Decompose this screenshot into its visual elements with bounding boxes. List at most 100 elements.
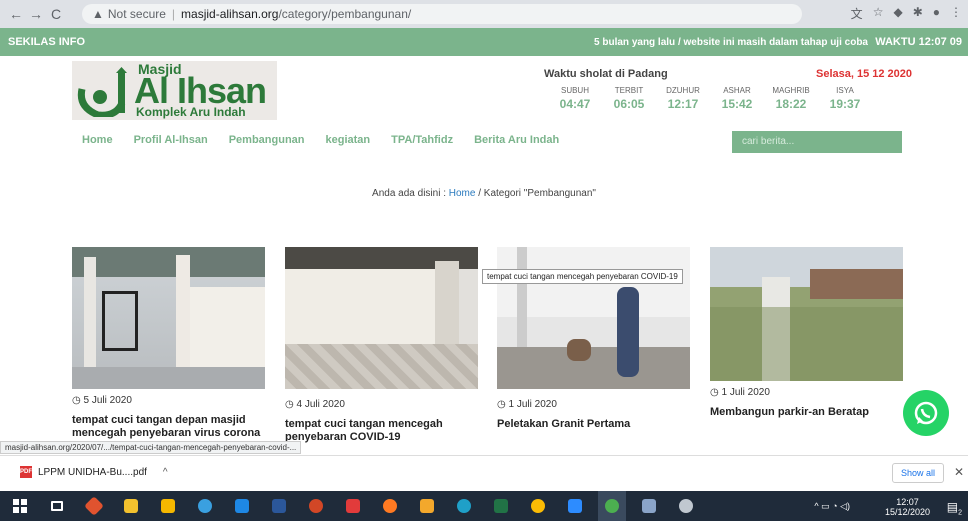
download-item[interactable]: PDF LPPM UNIDHA-Bu....pdf ^: [20, 466, 168, 478]
prayer-time: 19:37: [829, 97, 861, 111]
prayer-dzuhur: DZUHUR 12:17: [656, 86, 710, 111]
extension-icons: 文 ☆ ◆ ✱ ● ⋮: [851, 5, 962, 22]
prayer-subuh: SUBUH 04:47: [548, 86, 602, 111]
post-date: ◷ 1 Juli 2020: [497, 399, 690, 410]
breadcrumb: Anda ada disini : Home / Kategori "Pemba…: [0, 188, 968, 199]
clock-icon: ◷: [285, 399, 297, 410]
post-date-text: 5 Juli 2020: [83, 395, 132, 406]
post-card[interactable]: ◷ 5 Juli 2020 tempat cuci tangan depan m…: [72, 247, 265, 440]
prayer-isya: ISYA 19:37: [818, 86, 872, 111]
chrome-active-icon[interactable]: [598, 491, 626, 521]
breadcrumb-current: / Kategori "Pembangunan": [475, 188, 596, 199]
app-icon[interactable]: [80, 491, 108, 521]
prayer-time: 06:05: [613, 97, 645, 111]
windows-start-icon[interactable]: [6, 491, 34, 521]
mail-icon[interactable]: [228, 491, 256, 521]
post-card[interactable]: ◷ 4 Juli 2020 tempat cuci tangan mencega…: [285, 247, 478, 444]
menu-item-pembangunan[interactable]: Pembangunan: [229, 134, 305, 146]
post-title[interactable]: Peletakan Granit Pertama: [497, 418, 690, 431]
post-title[interactable]: Membangun parkir-an Beratap: [710, 406, 903, 419]
clock-time: 12:07: [896, 497, 919, 507]
clock[interactable]: 12:07 15/12/2020: [885, 497, 930, 517]
excel-icon[interactable]: [487, 491, 515, 521]
menu-item-profil[interactable]: Profil Al-Ihsan: [134, 134, 208, 146]
download-filename: LPPM UNIDHA-Bu....pdf: [38, 466, 147, 478]
post-date: ◷ 5 Juli 2020: [72, 395, 265, 406]
app-icon[interactable]: [339, 491, 367, 521]
prayer-time: 15:42: [721, 97, 753, 111]
post-date: ◷ 4 Juli 2020: [285, 399, 478, 410]
menu-item-kegiatan[interactable]: kegiatan: [326, 134, 371, 146]
address-bar[interactable]: ▲ Not secure | masjid-alihsan.org/catego…: [82, 4, 802, 24]
star-icon[interactable]: ☆: [873, 5, 884, 22]
app-icon[interactable]: [635, 491, 663, 521]
app-icon[interactable]: [672, 491, 700, 521]
extension-icon[interactable]: ◆: [893, 5, 902, 22]
prayer-title: Waktu sholat di Padang: [544, 68, 668, 80]
app-icon[interactable]: [561, 491, 589, 521]
menu-item-berita[interactable]: Berita Aru Indah: [474, 134, 559, 146]
store-icon[interactable]: [117, 491, 145, 521]
system-tray[interactable]: ^ ▭ ◔ ◁): [814, 501, 850, 512]
file-explorer-icon[interactable]: [154, 491, 182, 521]
forward-button[interactable]: →: [26, 6, 46, 22]
app-icon[interactable]: [191, 491, 219, 521]
info-label: SEKILAS INFO: [8, 36, 86, 48]
prayer-ashar: ASHAR 15:42: [710, 86, 764, 111]
post-title[interactable]: tempat cuci tangan depan masjid mencegah…: [72, 414, 265, 440]
puzzle-icon[interactable]: ✱: [913, 5, 923, 22]
post-card[interactable]: ◷ 1 Juli 2020 Membangun parkir-an Berata…: [710, 247, 903, 419]
url-host: masjid-alihsan.org: [181, 7, 279, 21]
menu-item-tpa[interactable]: TPA/Tahfidz: [391, 134, 453, 146]
reload-button[interactable]: C: [46, 6, 66, 22]
word-icon[interactable]: [265, 491, 293, 521]
prayer-terbit: TERBIT 06:05: [602, 86, 656, 111]
post-title[interactable]: tempat cuci tangan mencegah penyebaran C…: [285, 418, 478, 444]
download-bar: PDF LPPM UNIDHA-Bu....pdf ^ Show all ✕: [0, 455, 968, 491]
post-image[interactable]: [710, 247, 903, 381]
close-icon[interactable]: ✕: [954, 465, 964, 479]
prayer-name: ISYA: [836, 86, 854, 95]
status-url: masjid-alihsan.org/2020/07/.../tempat-cu…: [0, 441, 302, 454]
warning-icon: ▲: [92, 7, 104, 21]
chevron-up-icon[interactable]: ^: [163, 467, 168, 478]
post-date-text: 1 Juli 2020: [508, 399, 557, 410]
show-all-button[interactable]: Show all: [891, 463, 944, 483]
translate-icon[interactable]: 文: [851, 5, 863, 22]
browser-toolbar: ← → C ▲ Not secure | masjid-alihsan.org /…: [0, 0, 968, 28]
menu-item-home[interactable]: Home: [82, 134, 113, 146]
powerpoint-icon[interactable]: [302, 491, 330, 521]
post-date-text: 1 Juli 2020: [721, 387, 770, 398]
site-logo[interactable]: Masjid Al Ihsan Komplek Aru Indah: [72, 61, 277, 120]
firefox-icon[interactable]: [376, 491, 404, 521]
taskbar: ^ ▭ ◔ ◁) 12:07 15/12/2020 ▤2: [0, 491, 968, 521]
clock-icon: ◷: [72, 395, 84, 406]
prayer-times-table: SUBUH 04:47 TERBIT 06:05 DZUHUR 12:17 ASHAR…: [548, 86, 872, 111]
whatsapp-button[interactable]: [903, 390, 949, 436]
info-ticker[interactable]: 5 bulan yang lalu / website ini masih da…: [594, 37, 868, 48]
info-bar: SEKILAS INFO 5 bulan yang lalu / website…: [0, 28, 968, 56]
clock-icon: ◷: [710, 387, 722, 398]
prayer-name: SUBUH: [560, 86, 589, 95]
search-input[interactable]: cari berita...: [732, 131, 902, 153]
app-icon[interactable]: [413, 491, 441, 521]
task-view-icon[interactable]: [43, 491, 71, 521]
prayer-name: MAGHRIB: [772, 86, 810, 95]
breadcrumb-home-link[interactable]: Home: [449, 188, 476, 199]
back-button[interactable]: ←: [6, 6, 26, 22]
prayer-name: DZUHUR: [666, 86, 700, 95]
breadcrumb-prefix: Anda ada disini :: [372, 188, 449, 199]
edge-icon[interactable]: [450, 491, 478, 521]
notification-icon[interactable]: ▤2: [947, 500, 962, 516]
notification-count: 2: [958, 509, 962, 517]
post-date-text: 4 Juli 2020: [296, 399, 345, 410]
post-image[interactable]: [285, 247, 478, 389]
post-image[interactable]: [72, 247, 265, 389]
clock-icon: ◷: [497, 399, 509, 410]
whatsapp-icon: [914, 401, 938, 425]
chrome-icon[interactable]: [524, 491, 552, 521]
prayer-time: 12:17: [667, 97, 699, 111]
prayer-maghrib: MAGHRIB 18:22: [764, 86, 818, 111]
menu-icon[interactable]: ⋮: [950, 5, 962, 22]
profile-avatar[interactable]: ●: [933, 5, 940, 22]
